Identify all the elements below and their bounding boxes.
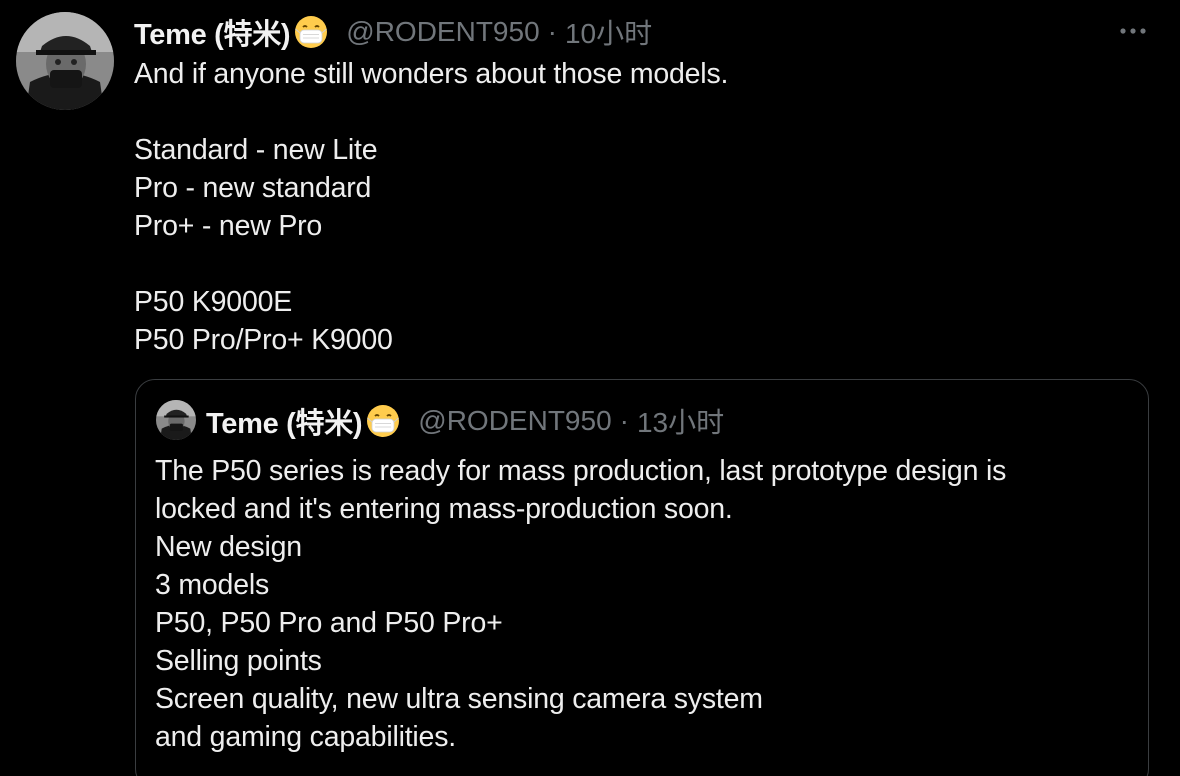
- tweet-text: And if anyone still wonders about those …: [134, 58, 729, 356]
- separator-dot: ·: [547, 16, 557, 47]
- quoted-handle: @RODENT950: [418, 405, 612, 436]
- quoted-timestamp: 13小时: [636, 407, 725, 438]
- quoted-display-name: Teme (特米): [206, 408, 363, 440]
- handle[interactable]: @RODENT950: [346, 16, 539, 48]
- tweet-header: Teme (特米) @RODENT950 · 10小时: [134, 12, 652, 52]
- face-with-medical-mask-icon: [294, 15, 328, 49]
- more-options-icon[interactable]: [1116, 16, 1150, 46]
- timestamp[interactable]: 10小时: [565, 12, 652, 52]
- face-with-medical-mask-icon: [366, 404, 400, 438]
- quoted-tweet[interactable]: Teme (特米) @RODENT950 · 13小时 The P50 seri…: [135, 379, 1149, 776]
- quoted-avatar: [156, 400, 196, 440]
- quoted-tweet-header: Teme (特米) @RODENT950 · 13小时: [206, 400, 724, 442]
- display-name[interactable]: Teme (特米): [134, 11, 291, 53]
- quoted-tweet-text: The P50 series is ready for mass product…: [155, 455, 1007, 753]
- avatar[interactable]: [16, 12, 114, 110]
- avatar-image: [16, 12, 114, 110]
- tweet[interactable]: Teme (特米) @RODENT950 · 10小时 And if anyon…: [0, 0, 1180, 776]
- quoted-separator-dot: ·: [619, 405, 629, 436]
- quoted-avatar-image: [156, 400, 196, 440]
